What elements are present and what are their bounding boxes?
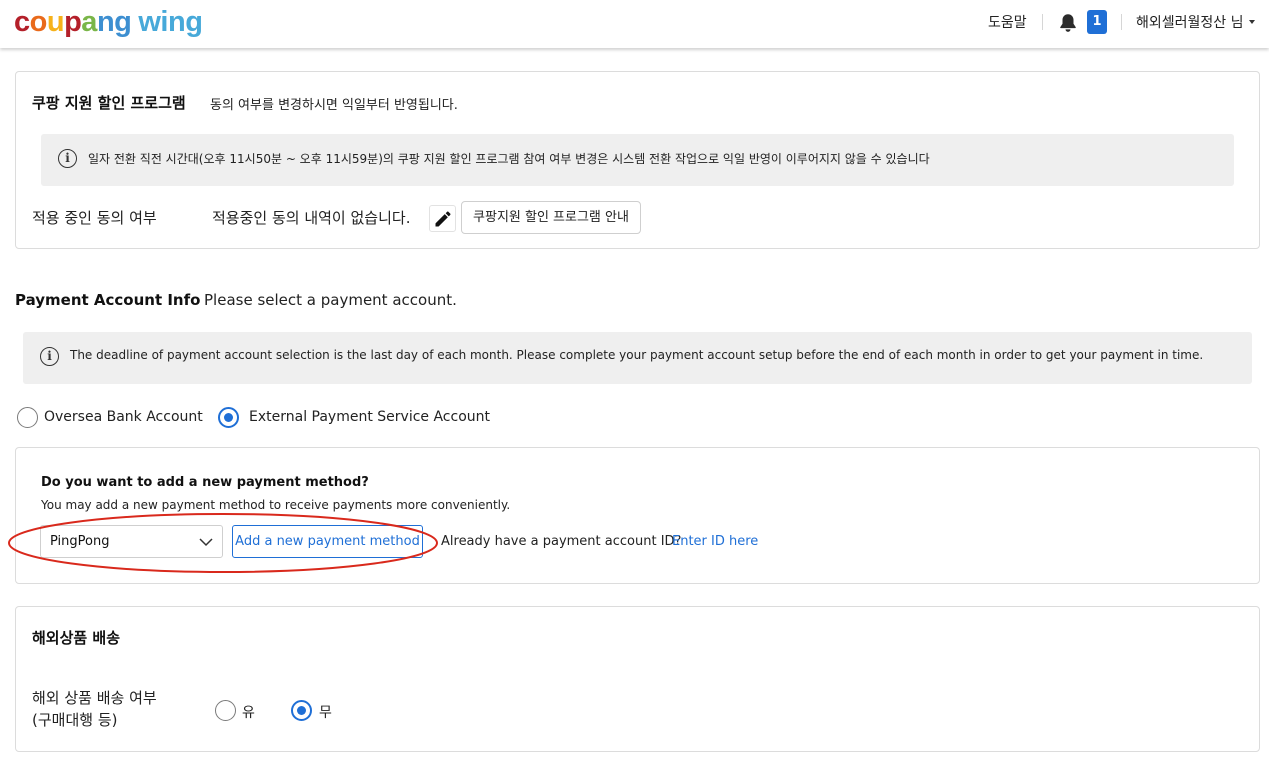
add-payment-method-card [15,447,1260,584]
radio-label-external-payment[interactable]: External Payment Service Account [249,409,490,425]
overseas-shipping-label-line2: (구매대행 등) [32,711,118,729]
radio-label-no[interactable]: 무 [319,702,332,722]
logo-letter: u [46,6,65,38]
discount-program-description: 동의 여부를 변경하시면 익일부터 반영됩니다. [210,98,458,113]
add-payment-method-button[interactable]: Add a new payment method [232,525,423,558]
top-header: coupang wing 도움말 1 해외셀러월정산 님 [0,0,1269,48]
radio-shipping-no[interactable] [291,700,312,721]
payment-account-subtitle: Please select a payment account. [204,291,457,309]
overseas-shipping-title: 해외상품 배송 [32,629,121,647]
radio-label-yes[interactable]: 유 [242,702,255,722]
consent-status-label: 적용 중인 동의 여부 [32,209,157,227]
edit-consent-button[interactable] [429,205,456,232]
user-name: 해외셀러월정산 님 [1136,15,1244,31]
info-icon: i [58,149,77,168]
header-divider [1042,14,1043,30]
header-divider [1121,14,1122,30]
info-icon: i [40,347,59,366]
already-have-id-text: Already have a payment account ID? [441,534,682,549]
payment-account-title: Payment Account Info [15,291,201,309]
logo-letter: o [29,6,48,38]
payment-notice-text: The deadline of payment account selectio… [70,348,1204,362]
radio-label-oversea-bank[interactable]: Oversea Bank Account [44,409,203,425]
logo-letter: a [81,6,97,38]
logo-letter: n [96,6,115,38]
logo-letter: p [64,6,82,38]
discount-program-guide-button[interactable]: 쿠팡지원 할인 프로그램 안내 [461,201,641,234]
notification-bell-icon[interactable] [1057,12,1079,34]
help-link[interactable]: 도움말 [988,0,1027,44]
coupang-wing-logo[interactable]: coupang wing [14,6,203,38]
logo-letter: g [114,6,132,38]
logo-letter: c [14,6,30,38]
pencil-icon [435,211,451,227]
enter-id-link[interactable]: Enter ID here [672,534,758,549]
user-menu[interactable]: 해외셀러월정산 님 [1136,0,1255,44]
discount-program-title: 쿠팡 지원 할인 프로그램 [32,94,186,112]
chevron-down-icon [199,538,213,547]
payment-provider-value: PingPong [50,534,110,549]
add-method-question: Do you want to add a new payment method? [41,475,369,490]
overseas-shipping-card [15,606,1260,752]
radio-shipping-yes[interactable] [215,700,236,721]
overseas-shipping-label-line1: 해외 상품 배송 여부 [32,689,157,707]
payment-provider-select[interactable]: PingPong [40,525,223,558]
radio-external-payment-service[interactable] [218,407,239,428]
consent-status-value: 적용중인 동의 내역이 없습니다. [212,209,411,227]
overseas-shipping-label: 해외 상품 배송 여부 (구매대행 등) [32,687,157,731]
caret-down-icon [1248,20,1255,24]
logo-wing: wing [138,6,203,38]
notification-count-badge[interactable]: 1 [1087,10,1107,34]
add-method-description: You may add a new payment method to rece… [41,498,511,512]
radio-oversea-bank-account[interactable] [17,407,38,428]
discount-notice-text: 일자 전환 직전 시간대(오후 11시50분 ~ 오후 11시59분)의 쿠팡 … [88,152,930,166]
